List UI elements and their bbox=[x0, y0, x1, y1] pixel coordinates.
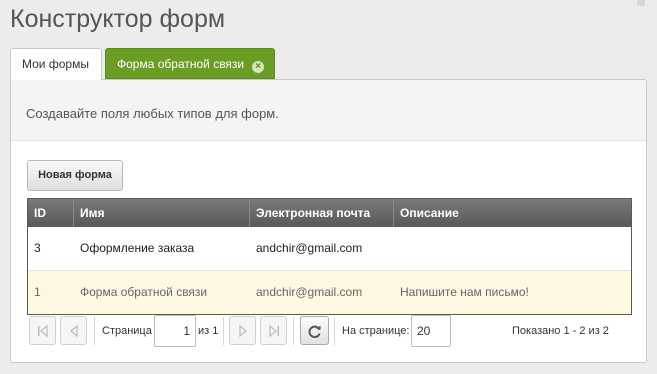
page-label: Страница bbox=[102, 325, 152, 337]
column-header-email[interactable]: Электронная почта bbox=[250, 199, 394, 227]
cell-name: Оформление заказа bbox=[80, 241, 195, 255]
first-page-icon bbox=[38, 325, 48, 337]
tab-my-forms[interactable]: Мои формы bbox=[10, 48, 102, 80]
cell-email: andchir@gmail.com bbox=[256, 241, 363, 255]
tab-label: Мои формы bbox=[22, 57, 89, 71]
page-title: Конструктор форм bbox=[10, 5, 226, 33]
cell-email: andchir@gmail.com bbox=[256, 285, 363, 299]
cell-id: 1 bbox=[34, 285, 41, 299]
per-page-label: На странице: bbox=[342, 325, 410, 337]
panel-header: Создавайте поля любых типов для форм. bbox=[11, 80, 646, 141]
first-page-button[interactable] bbox=[29, 316, 56, 345]
column-header-description[interactable]: Описание bbox=[394, 199, 631, 227]
close-icon[interactable]: × bbox=[252, 61, 265, 73]
table-row[interactable]: 3 Оформление заказа andchir@gmail.com bbox=[28, 227, 631, 271]
page-number-input[interactable] bbox=[154, 315, 196, 347]
separator bbox=[223, 317, 224, 345]
corner-handle bbox=[637, 0, 645, 6]
separator bbox=[293, 317, 294, 345]
records-shown-label: Показано 1 - 2 из 2 bbox=[512, 325, 609, 337]
prev-page-button[interactable] bbox=[60, 316, 87, 345]
grid-header: ID Имя Электронная почта Описание bbox=[28, 199, 631, 227]
panel-description: Создавайте поля любых типов для форм. bbox=[26, 106, 279, 121]
tab-label: Форма обратной связи bbox=[117, 57, 245, 71]
cell-name: Форма обратной связи bbox=[80, 285, 208, 299]
pagination-toolbar: Страница из 1 На странице: Показано 1 - … bbox=[27, 315, 632, 347]
table-row[interactable]: 1 Форма обратной связи andchir@gmail.com… bbox=[28, 271, 631, 314]
new-form-button[interactable]: Новая форма bbox=[27, 160, 123, 191]
separator bbox=[94, 317, 95, 345]
page-count-label: из 1 bbox=[198, 325, 219, 337]
refresh-icon bbox=[308, 325, 321, 338]
separator bbox=[334, 317, 335, 345]
tab-feedback-form[interactable]: Форма обратной связи × bbox=[105, 48, 275, 79]
column-header-id[interactable]: ID bbox=[28, 199, 74, 227]
cell-id: 3 bbox=[34, 241, 41, 255]
cell-description bbox=[394, 227, 631, 270]
prev-page-icon bbox=[70, 325, 78, 337]
last-page-icon bbox=[269, 325, 279, 337]
last-page-button[interactable] bbox=[260, 316, 287, 345]
next-page-button[interactable] bbox=[229, 316, 256, 345]
cell-description: Напишите нам письмо! bbox=[400, 285, 529, 299]
refresh-button[interactable] bbox=[300, 316, 329, 345]
forms-panel: Создавайте поля любых типов для форм. Но… bbox=[10, 79, 647, 363]
next-page-icon bbox=[239, 325, 247, 337]
forms-grid: ID Имя Электронная почта Описание 3 Офор… bbox=[27, 198, 632, 315]
per-page-input[interactable] bbox=[411, 315, 451, 347]
column-header-name[interactable]: Имя bbox=[74, 199, 250, 227]
